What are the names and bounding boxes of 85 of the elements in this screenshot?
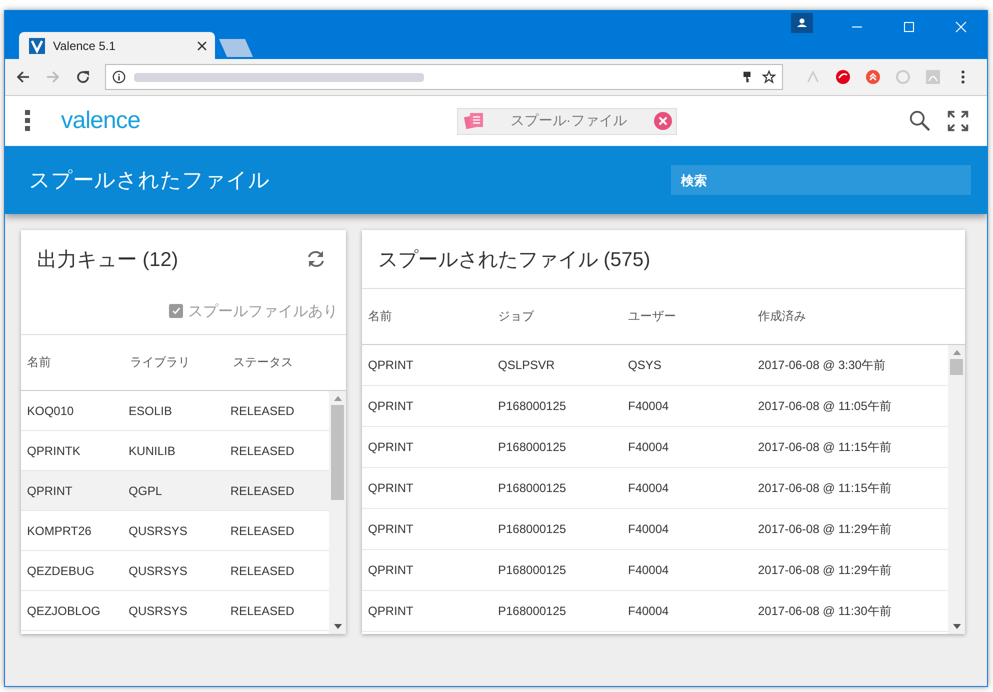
table-cell-text: QPRINT <box>368 481 414 495</box>
table-cell-text: P168000125 <box>498 481 568 495</box>
table-cell-text: QGPL <box>128 484 164 498</box>
table-cell-text: F40004 <box>628 481 670 495</box>
table-cell-text: F40004 <box>628 440 670 454</box>
scrollbar[interactable] <box>329 391 346 634</box>
refresh-icon[interactable] <box>306 249 326 269</box>
table-cell-text: RELEASED <box>230 404 296 418</box>
table-cell-text: F40004 <box>628 522 670 536</box>
table-cell-text: F40004 <box>628 604 670 618</box>
table-cell-text: P168000125 <box>498 604 568 618</box>
site-logo-icon <box>29 38 45 54</box>
scroll-thumb[interactable] <box>331 405 344 500</box>
table-cell-text: QPRINTK <box>27 444 82 458</box>
table-cell-text: QUSRSYS <box>128 524 188 538</box>
back-arrow-icon[interactable] <box>15 69 31 85</box>
search-field[interactable]: 検索 <box>671 165 971 195</box>
table-cell-text: KOMPRT26 <box>27 524 92 538</box>
table-row[interactable]: QPRINT QGPL RELEASED <box>21 471 329 511</box>
table-cell-text: QPRINT <box>27 484 74 498</box>
table-cell-text: 2017-06-08 @ 11:05午前 <box>758 398 892 414</box>
column-header[interactable]: ユーザー <box>628 308 758 325</box>
table-cell-text: RELEASED <box>230 444 296 458</box>
column-header[interactable]: 名前 <box>27 354 130 371</box>
table-cell-text: P168000125 <box>498 399 568 413</box>
column-header[interactable]: 作成済み <box>758 308 948 325</box>
table-cell-text: QEZJOBLOG <box>27 604 102 618</box>
table-cell-text: QSLPSVR <box>498 358 556 372</box>
table-cell-text: QSYS <box>628 358 662 372</box>
scroll-up-arrow-icon[interactable] <box>334 395 342 401</box>
menu-icon[interactable] <box>25 110 31 132</box>
close-tab-icon[interactable] <box>197 40 207 50</box>
column-header[interactable]: ステータス <box>233 354 333 371</box>
table-cell-text: QUSRSYS <box>128 564 188 578</box>
column-header[interactable]: ライブラリ <box>130 354 233 371</box>
table-cell-text: 2017-06-08 @ 11:29午前 <box>758 520 892 538</box>
search-icon[interactable] <box>909 110 932 132</box>
column-header[interactable]: 名前 <box>368 308 498 325</box>
table-cell-text: F40004 <box>628 399 670 413</box>
table-cell-text: 2017-06-08 @ 11:29午前 <box>758 562 892 578</box>
table-cell-text: 2017-06-08 @ 11:15午前 <box>758 438 892 456</box>
panel-title: スプールされたファイル (575) <box>378 248 652 272</box>
fullscreen-icon[interactable] <box>947 110 970 132</box>
extension-icon[interactable] <box>835 69 851 85</box>
column-header[interactable]: ジョブ <box>498 308 628 325</box>
new-tab-button[interactable] <box>219 39 253 57</box>
table-cell-text: F40004 <box>628 563 670 577</box>
table-cell-text: ESOLIB <box>128 404 174 418</box>
table-cell-text: RELEASED <box>230 524 296 538</box>
table-cell-text: RELEASED <box>230 484 296 498</box>
table-cell-text: P168000125 <box>498 563 568 577</box>
scroll-down-arrow-icon[interactable] <box>334 624 342 630</box>
table-cell-text: 2017-06-08 @ 11:15午前 <box>758 480 892 496</box>
table-cell-text: KOQ010 <box>27 404 75 418</box>
scrollbar[interactable] <box>948 345 965 634</box>
table-cell-text: RELEASED <box>230 604 296 618</box>
table-cell-text: QPRINT <box>368 440 414 454</box>
table-cell-text: 2017-06-08 @ 11:30午前 <box>758 602 892 620</box>
close-icon[interactable] <box>955 21 967 33</box>
reload-icon[interactable] <box>75 69 91 85</box>
table-cell-text: RELEASED <box>230 564 296 578</box>
page-title: スプールされたファイル <box>29 168 271 194</box>
table-cell-text: KUNILIB <box>128 444 176 458</box>
table-cell-text: QPRINT <box>368 604 414 618</box>
table-cell-text: 2017-06-08 @ 3:30午前 <box>758 356 887 374</box>
close-icon[interactable] <box>654 112 672 130</box>
scroll-thumb[interactable] <box>950 359 963 375</box>
scroll-down-arrow-icon[interactable] <box>952 624 960 630</box>
table-cell-text: QPRINT <box>368 563 414 577</box>
table-cell-text: QEZDEBUG <box>27 564 96 578</box>
table-cell-text: P168000125 <box>498 522 568 536</box>
table-cell-text: P168000125 <box>498 440 568 454</box>
table-cell-text: QPRINT <box>368 522 414 536</box>
table-cell-text: QPRINT <box>368 358 414 372</box>
scroll-up-arrow-icon[interactable] <box>952 349 960 355</box>
app-tab[interactable]: スプール·ファイル <box>456 108 677 134</box>
star-icon[interactable] <box>762 70 776 84</box>
info-icon[interactable] <box>112 70 126 84</box>
user-icon[interactable] <box>791 13 813 33</box>
maximize-icon[interactable] <box>903 21 915 33</box>
documents-icon <box>464 112 484 130</box>
extension-icon[interactable] <box>865 69 881 85</box>
panel-title: 出力キュー (12) <box>37 248 180 272</box>
table-cell-text: QUSRSYS <box>128 604 188 618</box>
table-cell-text: QPRINT <box>368 399 414 413</box>
